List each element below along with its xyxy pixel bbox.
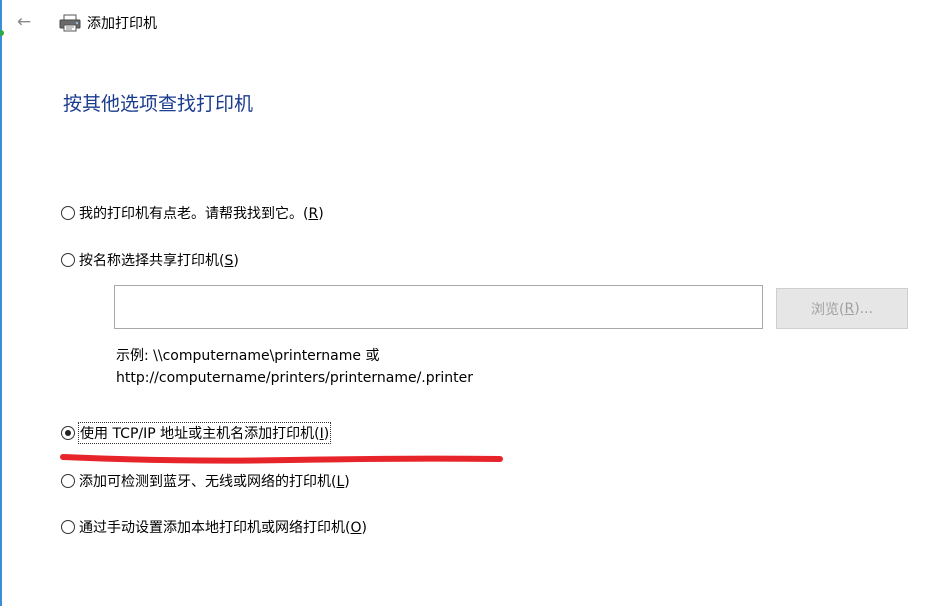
page-title: 按其他选项查找打印机 [63, 93, 254, 115]
radio-button[interactable] [61, 474, 75, 488]
browse-button[interactable]: 浏览(R)... [776, 288, 908, 329]
option-label: 使用 TCP/IP 地址或主机名添加打印机(I) [77, 422, 332, 444]
radio-button[interactable] [61, 253, 75, 267]
window-title: 添加打印机 [87, 16, 157, 32]
edge-indicator [0, 30, 4, 36]
radio-button[interactable] [61, 206, 75, 220]
example-text: 示例: \\computername\printername 或 http://… [116, 345, 473, 389]
radio-button-selected[interactable] [61, 426, 75, 440]
printer-icon [59, 14, 81, 32]
option-label: 我的打印机有点老。请帮我找到它。(R) [79, 206, 324, 222]
window-left-border [0, 0, 2, 606]
option-label: 通过手动设置添加本地打印机或网络打印机(O) [79, 520, 367, 536]
example-line-1: 示例: \\computername\printername 或 [116, 348, 380, 364]
shared-printer-name-input[interactable] [114, 285, 763, 329]
option-label: 添加可检测到蓝牙、无线或网络的打印机(L) [79, 474, 350, 490]
radio-option-old-printer[interactable]: 我的打印机有点老。请帮我找到它。(R) [61, 203, 324, 223]
back-arrow-icon[interactable]: ← [13, 11, 35, 33]
add-printer-window: ← 添加打印机 按其他选项查找打印机 我的打印机有点老。请帮我找到它。(R) 按… [0, 0, 938, 606]
radio-option-bluetooth-wireless-network[interactable]: 添加可检测到蓝牙、无线或网络的打印机(L) [61, 471, 350, 491]
radio-option-tcpip[interactable]: 使用 TCP/IP 地址或主机名添加打印机(I) [61, 422, 332, 444]
title-bar: 添加打印机 [59, 12, 157, 34]
example-line-2: http://computername/printers/printername… [116, 370, 474, 386]
radio-button[interactable] [61, 520, 75, 534]
option-label: 按名称选择共享打印机(S) [79, 253, 239, 269]
radio-option-manual-local-network[interactable]: 通过手动设置添加本地打印机或网络打印机(O) [61, 517, 367, 537]
red-underline-annotation [60, 454, 503, 464]
radio-option-shared-by-name[interactable]: 按名称选择共享打印机(S) [61, 250, 239, 270]
